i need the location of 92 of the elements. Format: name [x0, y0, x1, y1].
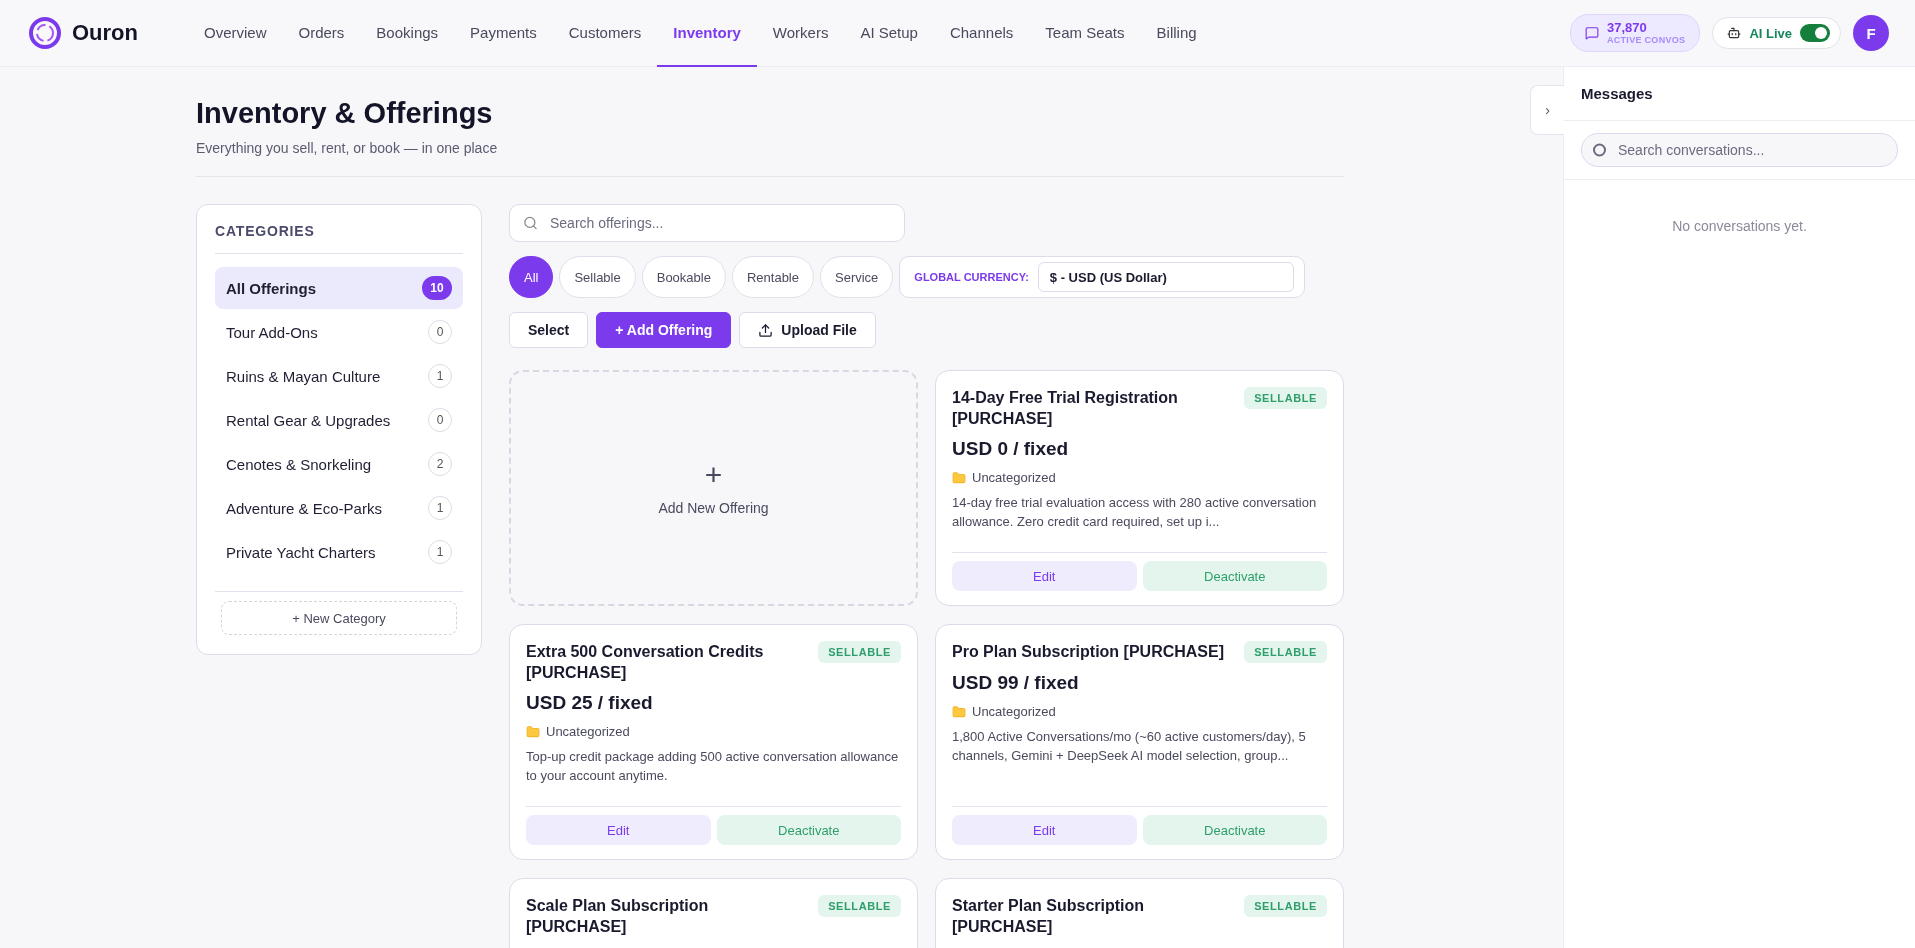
- logo-icon: [28, 16, 62, 50]
- offering-title: Extra 500 Conversation Credits [PURCHASE]: [526, 642, 765, 683]
- offering-category: Uncategorized: [546, 724, 630, 739]
- type-tag: SELLABLE: [1244, 387, 1327, 409]
- category-count: 10: [422, 276, 452, 300]
- page-subtitle: Everything you sell, rent, or book — in one place: [196, 140, 499, 156]
- nav-tab[interactable]: Customers: [552, 0, 658, 67]
- nav-tab[interactable]: Workers: [756, 0, 845, 67]
- category-item[interactable]: Tour Add-Ons 0: [215, 311, 463, 353]
- offering-price: USD 99 / fixed: [952, 672, 1080, 694]
- user-avatar[interactable]: F: [1853, 15, 1889, 51]
- category-count: 1: [428, 496, 452, 520]
- collapse-panel-button[interactable]: ›: [1530, 85, 1564, 135]
- offering-title: 14-Day Free Trial Registration [PURCHASE]: [952, 388, 1179, 429]
- search-field[interactable]: Search offerings...: [509, 204, 905, 242]
- category-label: Adventure & Eco-Parks: [226, 499, 382, 517]
- category-count: 0: [428, 320, 452, 344]
- nav-tab[interactable]: Inventory: [657, 0, 757, 67]
- categories-heading: CATEGORIES: [215, 223, 463, 254]
- add-offering-button[interactable]: + Add Offering: [596, 312, 732, 348]
- offering-price: USD 25 / fixed: [526, 692, 654, 714]
- folder-icon: [952, 704, 966, 719]
- offering-description: Top-up credit package adding 500 active conversation allowance to your account anytime.: [526, 748, 900, 785]
- folder-icon: [526, 724, 540, 739]
- filter-chip[interactable]: Rentable: [731, 256, 814, 298]
- robot-icon: [1727, 26, 1742, 40]
- upload-icon: [758, 322, 774, 338]
- nav-tab[interactable]: Bookings: [360, 0, 455, 67]
- offering-price: USD 0 / fixed: [952, 438, 1070, 460]
- edit-button[interactable]: Edit: [952, 815, 1137, 845]
- add-offering-label: Add New Offering: [658, 500, 769, 516]
- category-item[interactable]: Private Yacht Charters 1: [215, 531, 463, 573]
- type-tag: SELLABLE: [818, 895, 901, 917]
- search-icon: [1593, 143, 1606, 157]
- chat-icon: [1584, 26, 1599, 40]
- nav-tab[interactable]: Payments: [454, 0, 553, 67]
- nav-tab[interactable]: AI Setup: [844, 0, 934, 67]
- filter-chip[interactable]: Bookable: [641, 256, 726, 298]
- filter-chip[interactable]: Service: [820, 256, 894, 298]
- offering-title: Starter Plan Subscription [PURCHASE]: [952, 896, 1146, 937]
- category-label: Ruins & Mayan Culture: [226, 367, 381, 385]
- nav-tab[interactable]: Billing: [1140, 0, 1213, 67]
- currency-label: GLOBAL CURRENCY:: [914, 271, 1029, 283]
- filter-chip[interactable]: All: [509, 256, 554, 298]
- category-item[interactable]: Cenotes & Snorkeling 2: [215, 443, 463, 485]
- upload-file-button[interactable]: Upload File: [739, 312, 876, 348]
- edit-button[interactable]: Edit: [952, 561, 1137, 591]
- add-offering-tile[interactable]: + Add New Offering: [509, 370, 918, 606]
- type-tag: SELLABLE: [1244, 895, 1327, 917]
- nav-tab[interactable]: Team Seats: [1029, 0, 1141, 67]
- category-label: Rental Gear & Upgrades: [226, 411, 391, 429]
- page-title: Inventory & Offerings: [196, 97, 494, 130]
- ai-live-label: AI Live: [1749, 25, 1792, 41]
- convos-label: ACTIVE CONVOS: [1606, 35, 1686, 45]
- brand-name: Ouron: [72, 20, 138, 46]
- category-label: Private Yacht Charters: [226, 543, 376, 561]
- convos-count: 37,870: [1606, 21, 1648, 35]
- category-count: 0: [428, 408, 452, 432]
- category-label: Tour Add-Ons: [226, 323, 318, 341]
- category-count: 1: [428, 540, 452, 564]
- category-label: Cenotes & Snorkeling: [226, 455, 372, 473]
- nav-tab[interactable]: Overview: [188, 0, 283, 67]
- search-icon: [523, 215, 538, 231]
- currency-select[interactable]: $ - USD (US Dollar): [1037, 262, 1294, 292]
- offering-category: Uncategorized: [972, 704, 1056, 719]
- offering-title: Pro Plan Subscription [PURCHASE]: [952, 642, 1225, 662]
- select-button[interactable]: Select: [509, 312, 589, 348]
- empty-state-text: No conversations yet.: [1671, 218, 1808, 234]
- filter-chip[interactable]: Sellable: [559, 256, 636, 298]
- category-item[interactable]: All Offerings 10: [215, 267, 463, 309]
- category-count: 1: [428, 364, 452, 388]
- nav-tab[interactable]: Orders: [282, 0, 361, 67]
- ai-live-toggle[interactable]: [1800, 24, 1830, 42]
- type-tag: SELLABLE: [1244, 641, 1327, 663]
- offering-category: Uncategorized: [972, 470, 1056, 485]
- messages-title: Messages: [1581, 85, 1653, 102]
- conversation-search-field[interactable]: Search conversations...: [1581, 133, 1898, 167]
- category-label: All Offerings: [226, 279, 316, 297]
- offering-description: 1,800 Active Conversations/mo (~60 active customers/day), 5 channels, Gemini + DeepSeek AI model selection, group...: [952, 728, 1307, 765]
- active-convos-pill[interactable]: 37,870 ACTIVE CONVOS: [1569, 14, 1701, 52]
- category-item[interactable]: Adventure & Eco-Parks 1: [215, 487, 463, 529]
- category-count: 2: [428, 452, 452, 476]
- type-tag: SELLABLE: [818, 641, 901, 663]
- category-item[interactable]: Rental Gear & Upgrades 0: [215, 399, 463, 441]
- edit-button[interactable]: Edit: [526, 815, 711, 845]
- new-category-button[interactable]: + New Category: [221, 601, 457, 635]
- nav-tab[interactable]: Channels: [933, 0, 1030, 67]
- folder-icon: [952, 470, 966, 485]
- plus-icon: +: [704, 460, 723, 490]
- offering-title: Scale Plan Subscription [PURCHASE]: [526, 896, 710, 937]
- offering-description: 14-day free trial evaluation access with 280 active conversation allowance. Zero credit card required, set up i...: [952, 494, 1318, 531]
- category-item[interactable]: Ruins & Mayan Culture 1: [215, 355, 463, 397]
